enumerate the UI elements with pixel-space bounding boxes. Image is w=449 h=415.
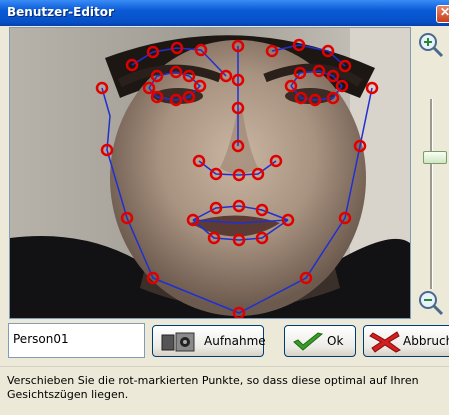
zoom-slider-track[interactable] [430,99,433,307]
capture-button-label: Aufnahme [204,334,266,348]
camera-icon [161,332,195,352]
ok-button-label: Ok [327,334,344,348]
cancel-button-label: Abbruch [403,334,449,348]
face-image[interactable] [10,28,410,318]
cancel-x-icon [369,331,401,353]
window-title: Benutzer-Editor [7,5,114,19]
zoom-out-icon[interactable] [417,289,445,317]
status-area: Verschieben Sie die rot-markierten Punkt… [0,366,449,415]
status-instructions: Verschieben Sie die rot-markierten Punkt… [7,374,419,401]
checkmark-icon [293,332,324,351]
capture-button[interactable]: Aufnahme [152,325,266,357]
close-icon[interactable] [436,5,449,23]
zoom-in-icon[interactable] [417,31,445,59]
title-bar: Benutzer-Editor [0,0,449,26]
cancel-button[interactable]: Abbruch [363,325,449,357]
dialog-window: Benutzer-Editor ✕ Person01 Aufnahme Ok A… [0,0,449,415]
face-photo-panel [9,27,411,319]
zoom-slider-thumb[interactable] [423,151,447,164]
zoom-panel [414,27,449,317]
ok-button[interactable]: Ok [284,325,356,357]
person-name-input[interactable]: Person01 [8,323,145,358]
